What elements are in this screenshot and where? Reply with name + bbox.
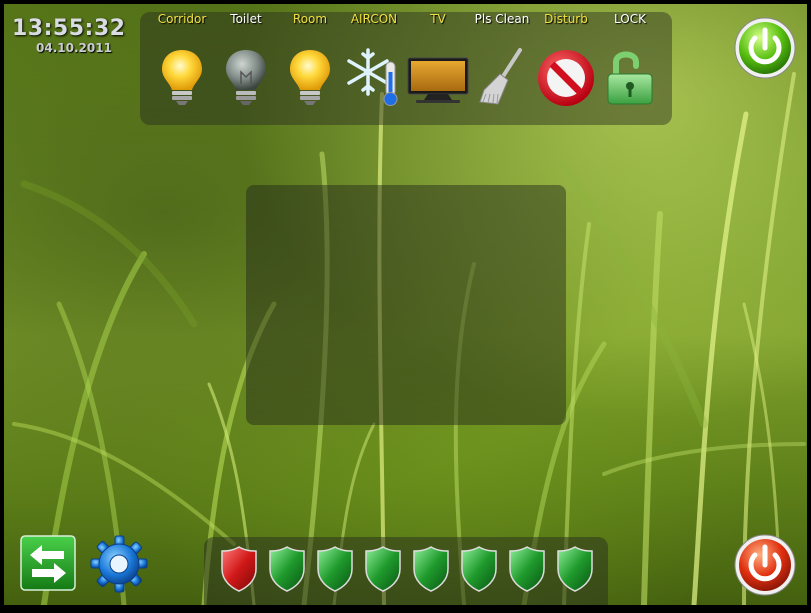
room-light-button[interactable] — [278, 44, 342, 108]
clock-time: 13:55:32 — [12, 16, 126, 41]
power-icon — [734, 17, 796, 79]
power-icon — [734, 534, 796, 596]
status-panel — [204, 537, 608, 605]
power-on-button[interactable] — [733, 16, 797, 80]
aircon-button[interactable] — [342, 44, 406, 108]
shield-icon — [269, 546, 305, 592]
status-shield-red — [220, 545, 258, 593]
shield-icon — [365, 546, 401, 592]
toilet-light-button[interactable] — [214, 44, 278, 108]
power-off-button[interactable] — [733, 533, 797, 597]
clock-date: 04.10.2011 — [36, 41, 112, 55]
bulb-on-icon — [162, 50, 202, 105]
center-display-panel — [246, 185, 566, 425]
shield-icon — [221, 546, 257, 592]
label-lock: LOCK — [614, 12, 646, 26]
status-shield-green — [316, 545, 354, 593]
please-clean-button[interactable] — [470, 44, 534, 108]
gear-icon — [90, 535, 148, 593]
status-shield-green — [268, 545, 306, 593]
lock-button[interactable] — [598, 44, 662, 108]
bulb-on-icon — [290, 50, 330, 105]
corridor-light-button[interactable] — [150, 44, 214, 108]
shield-icon — [509, 546, 545, 592]
unlocked-padlock-icon — [607, 51, 653, 105]
shield-icon — [461, 546, 497, 592]
snowflake-thermometer-icon — [347, 48, 398, 106]
status-shield-green — [556, 545, 594, 593]
status-shield-green — [364, 545, 402, 593]
tv-button[interactable] — [406, 44, 470, 108]
tv-icon — [407, 57, 469, 103]
shield-icon — [557, 546, 593, 592]
settings-button[interactable] — [88, 533, 150, 595]
switch-button[interactable] — [20, 535, 76, 591]
do-not-disturb-button[interactable] — [534, 44, 598, 108]
swap-arrows-icon — [20, 535, 76, 591]
control-screen: 13:55:32 04.10.2011 Corridor Toilet Room… — [4, 4, 807, 605]
shield-icon — [413, 546, 449, 592]
status-shield-green — [460, 545, 498, 593]
broom-icon — [479, 48, 522, 105]
status-shield-green — [508, 545, 546, 593]
do-not-disturb-icon — [538, 50, 594, 106]
bulb-off-icon — [226, 50, 266, 105]
shield-icon — [317, 546, 353, 592]
status-shield-green — [412, 545, 450, 593]
